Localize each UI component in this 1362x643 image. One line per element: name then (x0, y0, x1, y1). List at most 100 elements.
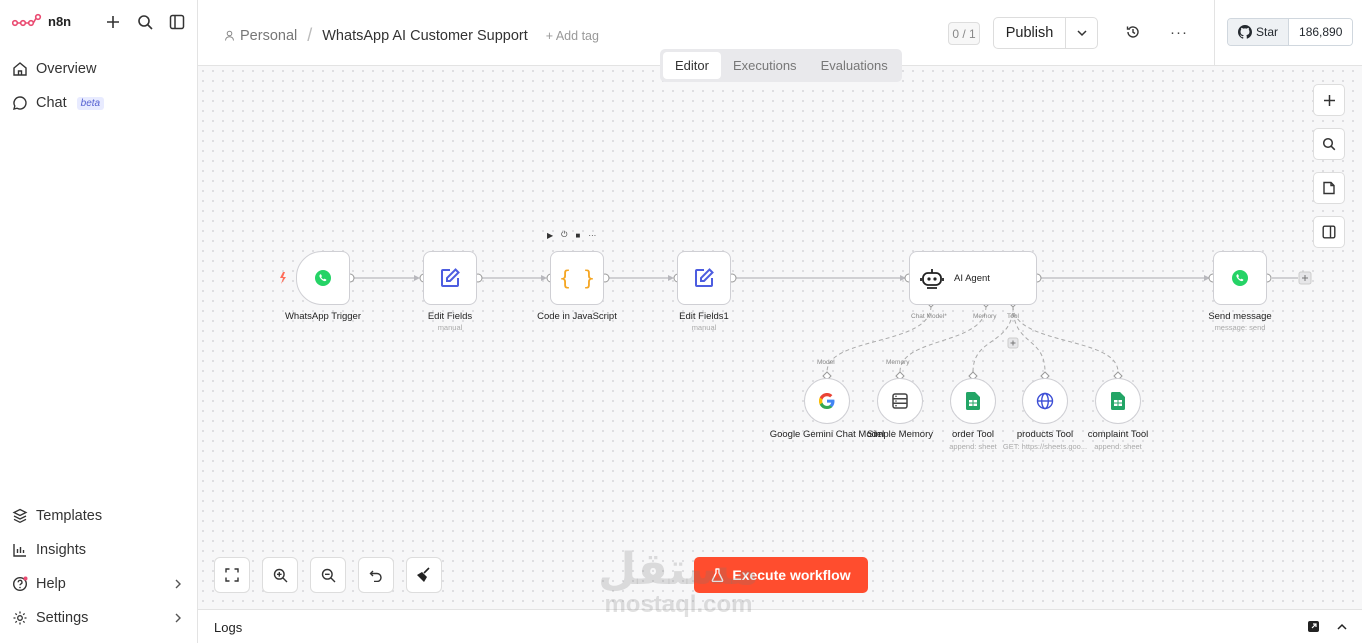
toggle-panel-button[interactable] (1313, 216, 1345, 248)
github-icon (1238, 25, 1252, 39)
undo-icon (369, 570, 382, 582)
zoom-in-button[interactable] (262, 557, 298, 593)
github-star-widget[interactable]: Star 186,890 (1227, 18, 1354, 46)
power-icon[interactable]: ⏻ (561, 230, 567, 240)
tab-executions[interactable]: Executions (721, 52, 809, 79)
sidebar-item-label: Templates (36, 508, 103, 524)
node-google-gemini[interactable] (804, 378, 850, 424)
google-icon (819, 393, 835, 409)
insights-icon (13, 544, 26, 557)
sidebar-item-help[interactable]: Help (0, 569, 197, 599)
sidebar-item-settings[interactable]: Settings (0, 603, 197, 633)
node-subtitle: message: send (1214, 323, 1266, 332)
node-label: Code in JavaScript (537, 311, 617, 322)
publish-dropdown[interactable] (1066, 18, 1097, 48)
github-star-count: 186,890 (1289, 19, 1353, 45)
sidebar-item-templates[interactable]: Templates (0, 501, 197, 531)
search-icon[interactable] (136, 13, 154, 31)
node-order-tool[interactable] (950, 378, 996, 424)
sidebar-item-overview[interactable]: Overview (0, 54, 197, 84)
google-sheets-icon (966, 392, 980, 410)
user-icon (225, 30, 234, 41)
node-label: WhatsApp Trigger (284, 311, 362, 322)
brand-name: n8n (48, 13, 72, 29)
zoom-in-icon (273, 568, 287, 582)
tab-editor[interactable]: Editor (663, 52, 721, 79)
node-ai-agent[interactable]: AI Agent (909, 251, 1037, 305)
sidebar-toggle-icon[interactable] (168, 13, 186, 31)
sidebar-item-label: Overview (36, 61, 97, 77)
plus-icon (1323, 94, 1335, 106)
github-star-button[interactable]: Star (1228, 19, 1290, 45)
search-nodes-button[interactable] (1313, 128, 1345, 160)
logs-panel-bar[interactable]: Logs (198, 609, 1362, 643)
chevron-up-icon[interactable] (1336, 620, 1348, 638)
chevron-right-icon (175, 579, 181, 589)
sub-port-label: Model (817, 359, 835, 366)
n8n-logo-icon (12, 13, 42, 27)
plus-icon[interactable] (104, 13, 122, 31)
node-label: AI Agent (954, 272, 990, 284)
port-label-memory: Memory (973, 313, 997, 320)
node-toolbar: ▶ ⏻ ■ ··· (547, 230, 596, 240)
settings-icon (13, 611, 27, 625)
project-link[interactable]: Personal (224, 28, 297, 44)
sidebar-item-label: Chat (36, 95, 67, 111)
node-edit-fields[interactable] (423, 251, 477, 305)
home-icon (13, 62, 27, 76)
logs-title: Logs (214, 620, 243, 635)
history-icon[interactable] (1125, 24, 1141, 45)
whatsapp-icon (1232, 270, 1248, 286)
publish-button-group: Publish (993, 17, 1098, 49)
node-edit-fields1[interactable] (677, 251, 731, 305)
node-products-tool[interactable] (1022, 378, 1068, 424)
add-node-button[interactable] (1313, 84, 1345, 116)
node-complaint-tool[interactable] (1095, 378, 1141, 424)
execute-workflow-button[interactable]: Execute workflow (694, 557, 868, 593)
workflow-name[interactable]: WhatsApp AI Customer Support (322, 28, 528, 44)
node-code-javascript[interactable]: { } (550, 251, 604, 305)
execute-workflow-label: Execute workflow (732, 567, 851, 583)
flask-icon (712, 568, 724, 582)
robot-icon (920, 269, 944, 289)
google-sheets-icon (1111, 392, 1125, 410)
sidebar-item-insights[interactable]: Insights (0, 535, 197, 565)
play-icon[interactable]: ▶ (547, 231, 553, 240)
pop-out-icon[interactable] (1307, 620, 1320, 638)
sidebar: n8n Overview Chat beta Templates Insight… (0, 0, 198, 643)
more-icon[interactable]: ··· (588, 231, 596, 240)
port-label-tool: Tool (1007, 313, 1019, 320)
beta-badge: beta (76, 96, 105, 110)
connection-tool-complaint (1012, 305, 1119, 373)
zoom-out-button[interactable] (310, 557, 346, 593)
node-label: Send message (1208, 311, 1272, 322)
chevron-down-icon (1076, 30, 1087, 37)
panel-icon (1322, 225, 1336, 239)
node-whatsapp-trigger[interactable] (296, 251, 350, 305)
project-name: Personal (240, 27, 298, 44)
port-label-chat-model: Chat Model* (911, 313, 947, 320)
version-counter: 0 / 1 (948, 22, 980, 45)
workflow-canvas[interactable]: ▶ ⏻ ■ ··· WhatsApp Trigger Edit Fields m… (198, 66, 1362, 609)
fit-view-icon (225, 568, 239, 582)
tab-evaluations[interactable]: Evaluations (809, 52, 900, 79)
fit-view-button[interactable] (214, 557, 250, 593)
trash-icon[interactable]: ■ (575, 231, 580, 240)
more-options-icon[interactable]: ··· (1170, 24, 1188, 41)
trigger-bolt-icon (280, 272, 286, 284)
add-tag-button[interactable]: + Add tag (546, 29, 599, 43)
node-label: Edit Fields1 (679, 311, 729, 322)
whatsapp-icon (315, 270, 331, 286)
publish-button[interactable]: Publish (994, 18, 1066, 48)
node-send-message[interactable] (1213, 251, 1267, 305)
sticky-note-button[interactable] (1313, 172, 1345, 204)
node-subtitle: append: sheet (1094, 442, 1142, 451)
node-simple-memory[interactable] (877, 378, 923, 424)
node-label: Edit Fields (427, 311, 473, 322)
tidy-up-button[interactable] (406, 557, 442, 593)
n8n-logo[interactable]: n8n (12, 13, 71, 29)
github-star-label: Star (1256, 25, 1279, 39)
sidebar-item-chat[interactable]: Chat beta (0, 88, 197, 118)
undo-button[interactable] (358, 557, 394, 593)
database-icon (892, 393, 908, 409)
